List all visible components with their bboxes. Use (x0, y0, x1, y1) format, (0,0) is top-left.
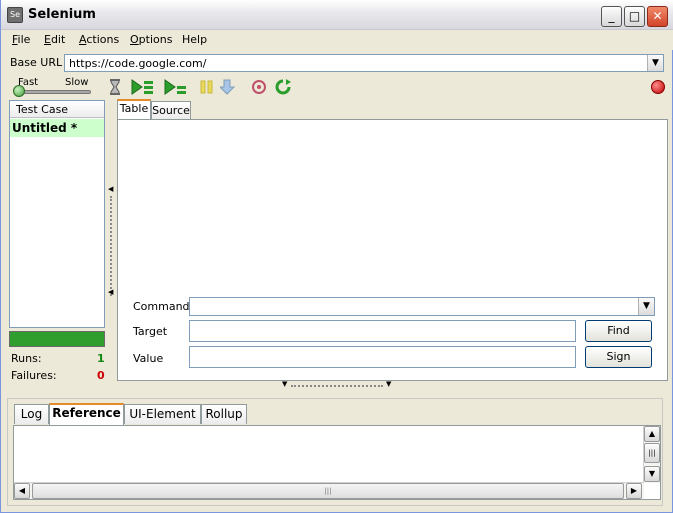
menu-file[interactable]: File (12, 33, 30, 46)
horizontal-splitter[interactable]: ▼ ▼ (1, 380, 673, 390)
target-input[interactable] (189, 320, 576, 342)
command-select[interactable]: ▼ (189, 297, 655, 316)
arrow-down-icon: ▼ (648, 469, 656, 478)
close-button[interactable]: ✕ (647, 6, 668, 27)
target-label: Target (133, 325, 168, 338)
base-url-label: Base URL (10, 56, 63, 69)
selenium-app-icon: Se (7, 7, 23, 23)
value-label: Value (133, 352, 164, 365)
value-input[interactable] (189, 346, 576, 368)
tab-reference[interactable]: Reference (49, 403, 124, 425)
toolbar: Fast Slow (1, 76, 673, 98)
speed-slow-label: Slow (65, 77, 89, 88)
menu-help[interactable]: Help (182, 33, 207, 46)
collapse-down-icon: ▼ (282, 380, 288, 388)
splitter-grip (110, 196, 112, 296)
menu-edit-label: dit (50, 33, 66, 46)
test-case-header: Test Case (10, 101, 104, 118)
menu-help-label: Help (182, 33, 208, 46)
menu-file-label: ile (17, 33, 31, 46)
tab-ui-element[interactable]: UI-Element (124, 404, 201, 424)
arrow-up-icon: ▲ (648, 429, 656, 438)
base-url-input[interactable]: https://code.google.com/ ▼ (64, 54, 664, 72)
horizontal-scroll-thumb[interactable]: ||| (32, 483, 624, 499)
test-case-panel: Test Case Untitled * (9, 100, 105, 328)
pause-icon[interactable] (198, 79, 216, 95)
selenium-window: Se Selenium _ □ ✕ File Edit Actions Opti… (0, 0, 673, 513)
record-button[interactable] (651, 80, 665, 94)
arrow-right-icon: ▶ (630, 486, 638, 495)
schedule-icon[interactable] (274, 79, 292, 95)
play-all-icon[interactable] (131, 79, 155, 95)
step-icon[interactable] (220, 79, 238, 95)
menu-options-label: ptions (138, 33, 173, 46)
menu-actions[interactable]: Actions (79, 33, 119, 46)
failures-label: Failures: (11, 369, 57, 382)
runs-count: 1 (97, 352, 105, 365)
splitter-grip (291, 385, 383, 387)
sign-button[interactable]: Sign (585, 346, 652, 368)
play-current-icon[interactable] (164, 79, 188, 95)
failures-count: 0 (97, 369, 105, 382)
scroll-down-button[interactable]: ▼ (644, 466, 660, 482)
horizontal-scrollbar[interactable]: ◀ ||| ▶ (14, 482, 644, 499)
base-url-value: https://code.google.com/ (69, 57, 207, 70)
menu-options[interactable]: Options (130, 33, 172, 46)
command-dropdown-button[interactable]: ▼ (638, 298, 654, 315)
menu-edit[interactable]: Edit (44, 33, 65, 46)
window-title: Selenium (28, 7, 96, 22)
rollup-icon[interactable] (250, 79, 268, 95)
chevron-down-icon: ▼ (652, 58, 659, 68)
menu-options-mnemonic: O (130, 33, 139, 46)
scroll-up-button[interactable]: ▲ (644, 426, 660, 442)
collapse-down-icon: ▼ (386, 380, 392, 388)
test-progress-bar (9, 331, 105, 347)
chevron-down-icon: ▼ (643, 301, 650, 311)
find-button[interactable]: Find (585, 320, 652, 342)
menu-edit-mnemonic: E (44, 33, 51, 46)
tab-log[interactable]: Log (14, 404, 49, 424)
vertical-splitter[interactable]: ◀ ◀ (107, 100, 115, 380)
collapse-left-icon: ◀ (108, 288, 114, 296)
base-url-row: Base URL https://code.google.com/ ▼ (1, 51, 673, 75)
menu-actions-label: ctions (86, 33, 120, 46)
title-bar: Se Selenium _ □ ✕ (1, 0, 673, 30)
command-label: Command (133, 300, 190, 313)
minimize-button[interactable]: _ (601, 6, 622, 27)
grip-icon: ||| (648, 449, 656, 457)
tab-source[interactable]: Source (151, 101, 191, 119)
runs-label: Runs: (11, 352, 42, 365)
base-url-dropdown-button[interactable]: ▼ (647, 55, 663, 71)
grip-icon: ||| (324, 487, 332, 495)
tab-table[interactable]: Table (117, 99, 151, 120)
scroll-left-button[interactable]: ◀ (14, 483, 30, 499)
maximize-button[interactable]: □ (624, 6, 645, 27)
arrow-left-icon: ◀ (18, 486, 26, 495)
scroll-right-button[interactable]: ▶ (626, 483, 642, 499)
vertical-scrollbar[interactable]: ▲ ||| ▼ (643, 426, 660, 483)
vertical-scroll-thumb[interactable]: ||| (644, 443, 660, 463)
test-case-item-untitled[interactable]: Untitled * (10, 119, 104, 137)
tab-rollup[interactable]: Rollup (201, 404, 247, 424)
speed-slider-track[interactable] (15, 90, 91, 94)
speed-slider-thumb[interactable] (13, 85, 25, 97)
reference-content: ▲ ||| ▼ ◀ ||| ▶ (13, 425, 661, 500)
command-table-area: Command ▼ Target Find Value Sign (117, 119, 668, 381)
hourglass-icon[interactable] (106, 79, 124, 95)
collapse-left-icon: ◀ (108, 185, 114, 193)
menu-bar: File Edit Actions Options Help (1, 30, 673, 50)
